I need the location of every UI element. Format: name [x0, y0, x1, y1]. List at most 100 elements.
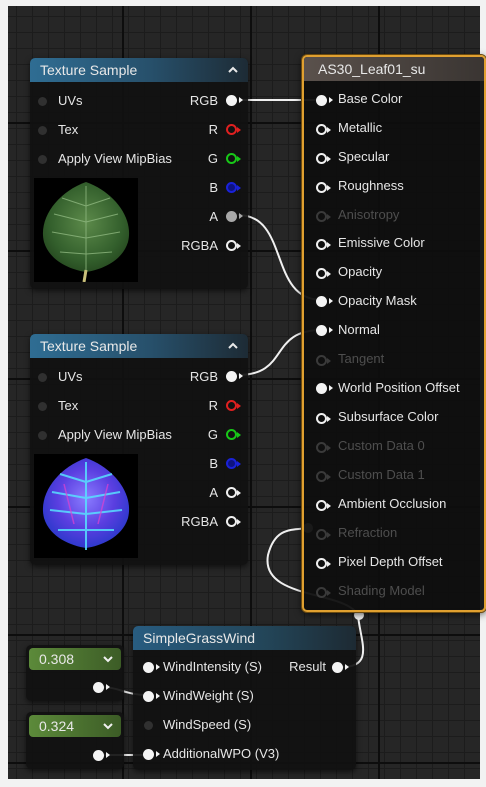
tex-pin[interactable] [38, 126, 47, 135]
g-pin[interactable] [226, 153, 241, 164]
normal-map-texture-preview [34, 454, 138, 558]
chevron-down-icon[interactable] [103, 722, 113, 730]
frame-left [0, 0, 8, 787]
constant-value-1: 0.308 [39, 651, 75, 667]
tex-label: Tex [58, 122, 79, 137]
texture-sample-node-1[interactable]: Texture Sample UVs Tex Apply View MipBia… [30, 58, 248, 289]
metallic-pin[interactable] [316, 124, 331, 135]
rgb-label: RGB [189, 369, 218, 384]
additional-wpo-label: AdditionalWPO (V3) [163, 746, 280, 761]
rgb-label: RGB [189, 93, 218, 108]
function-header[interactable]: SimpleGrassWind [133, 626, 356, 650]
chevron-up-icon[interactable] [228, 341, 238, 351]
roughness-pin[interactable] [316, 182, 331, 193]
emissive-color-pin[interactable] [316, 239, 331, 250]
anisotropy-label: Anisotropy [338, 207, 400, 222]
result-label: Result [289, 659, 326, 674]
metallic-label: Metallic [338, 120, 383, 135]
material-header[interactable]: AS30_Leaf01_su [304, 57, 484, 81]
r-label: R [208, 398, 218, 413]
rgba-pin[interactable] [226, 240, 241, 251]
rgba-pin[interactable] [226, 516, 241, 527]
tex-label: Tex [58, 398, 79, 413]
constant-value-2: 0.324 [39, 718, 75, 734]
wind-weight-pin[interactable] [143, 691, 160, 702]
constant-2-output-pin[interactable] [93, 750, 110, 761]
specular-pin[interactable] [316, 153, 331, 164]
r-label: R [208, 122, 218, 137]
shading-model-pin[interactable] [316, 587, 331, 598]
custom-data-1-pin[interactable] [316, 471, 331, 482]
mipbias-pin[interactable] [38, 431, 47, 440]
normal-pin[interactable] [316, 325, 333, 336]
b-pin[interactable] [226, 458, 241, 469]
opacity-mask-label: Opacity Mask [338, 293, 417, 308]
base-color-label: Base Color [338, 91, 403, 106]
refraction-label: Refraction [338, 525, 398, 540]
chevron-down-icon[interactable] [103, 655, 113, 663]
rgb-pin[interactable] [226, 95, 243, 106]
constant-node-1[interactable]: 0.308 [26, 645, 124, 701]
rgba-label: RGBA [181, 514, 218, 529]
pixel-depth-offset-pin[interactable] [316, 558, 331, 569]
opacity-pin[interactable] [316, 268, 331, 279]
uvs-pin[interactable] [38, 373, 47, 382]
texture-sample-node-2[interactable]: Texture Sample UVs Tex Apply View MipBia… [30, 334, 248, 565]
node-title: Texture Sample [40, 338, 138, 354]
uvs-pin[interactable] [38, 97, 47, 106]
material-title: AS30_Leaf01_su [318, 61, 426, 77]
simple-grass-wind-node[interactable]: SimpleGrassWind WindIntensity (S) WindWe… [133, 626, 356, 770]
a-label: A [209, 209, 218, 224]
refraction-pin[interactable] [316, 529, 331, 540]
constant-1-output-pin[interactable] [93, 682, 110, 693]
world-position-offset-pin[interactable] [316, 383, 333, 394]
texture-sample-header-1[interactable]: Texture Sample [30, 58, 248, 82]
anisotropy-pin[interactable] [316, 211, 331, 222]
subsurface-color-label: Subsurface Color [338, 409, 439, 424]
mipbias-label: Apply View MipBias [58, 427, 172, 442]
normal-label: Normal [338, 322, 380, 337]
b-pin[interactable] [226, 182, 241, 193]
r-pin[interactable] [226, 124, 241, 135]
custom-data-0-pin[interactable] [316, 442, 331, 453]
a-label: A [209, 485, 218, 500]
b-label: B [209, 180, 218, 195]
roughness-label: Roughness [338, 178, 404, 193]
a-pin[interactable] [226, 211, 243, 222]
wind-speed-pin[interactable] [144, 721, 153, 730]
opacity-mask-pin[interactable] [316, 296, 333, 307]
r-pin[interactable] [226, 400, 241, 411]
frame-bottom [0, 779, 486, 787]
chevron-up-icon[interactable] [228, 65, 238, 75]
tangent-pin[interactable] [316, 355, 331, 366]
constant-header-2[interactable]: 0.324 [29, 715, 121, 737]
constant-node-2[interactable]: 0.324 [26, 712, 124, 769]
uvs-label: UVs [58, 93, 83, 108]
g-label: G [207, 151, 218, 166]
tangent-label: Tangent [338, 351, 385, 366]
base-color-pin[interactable] [316, 95, 333, 106]
opacity-label: Opacity [338, 264, 383, 279]
additional-wpo-pin[interactable] [143, 749, 160, 760]
tex-pin[interactable] [38, 402, 47, 411]
wind-weight-label: WindWeight (S) [163, 688, 254, 703]
ambient-occlusion-pin[interactable] [316, 500, 331, 511]
ambient-occlusion-label: Ambient Occlusion [338, 496, 447, 511]
subsurface-color-pin[interactable] [316, 413, 331, 424]
node-title: Texture Sample [40, 62, 138, 78]
texture-sample-header-2[interactable]: Texture Sample [30, 334, 248, 358]
mipbias-pin[interactable] [38, 155, 47, 164]
rgb-pin[interactable] [226, 371, 243, 382]
a-pin[interactable] [226, 487, 241, 498]
custom-data-1-label: Custom Data 1 [338, 467, 425, 482]
shading-model-label: Shading Model [338, 583, 425, 598]
emissive-color-label: Emissive Color [338, 235, 425, 250]
frame-top [0, 0, 486, 6]
result-pin[interactable] [332, 662, 349, 673]
g-pin[interactable] [226, 429, 241, 440]
constant-header-1[interactable]: 0.308 [29, 648, 121, 670]
specular-label: Specular [338, 149, 390, 164]
mipbias-label: Apply View MipBias [58, 151, 172, 166]
wind-intensity-label: WindIntensity (S) [163, 659, 262, 674]
wind-intensity-pin[interactable] [143, 662, 160, 673]
